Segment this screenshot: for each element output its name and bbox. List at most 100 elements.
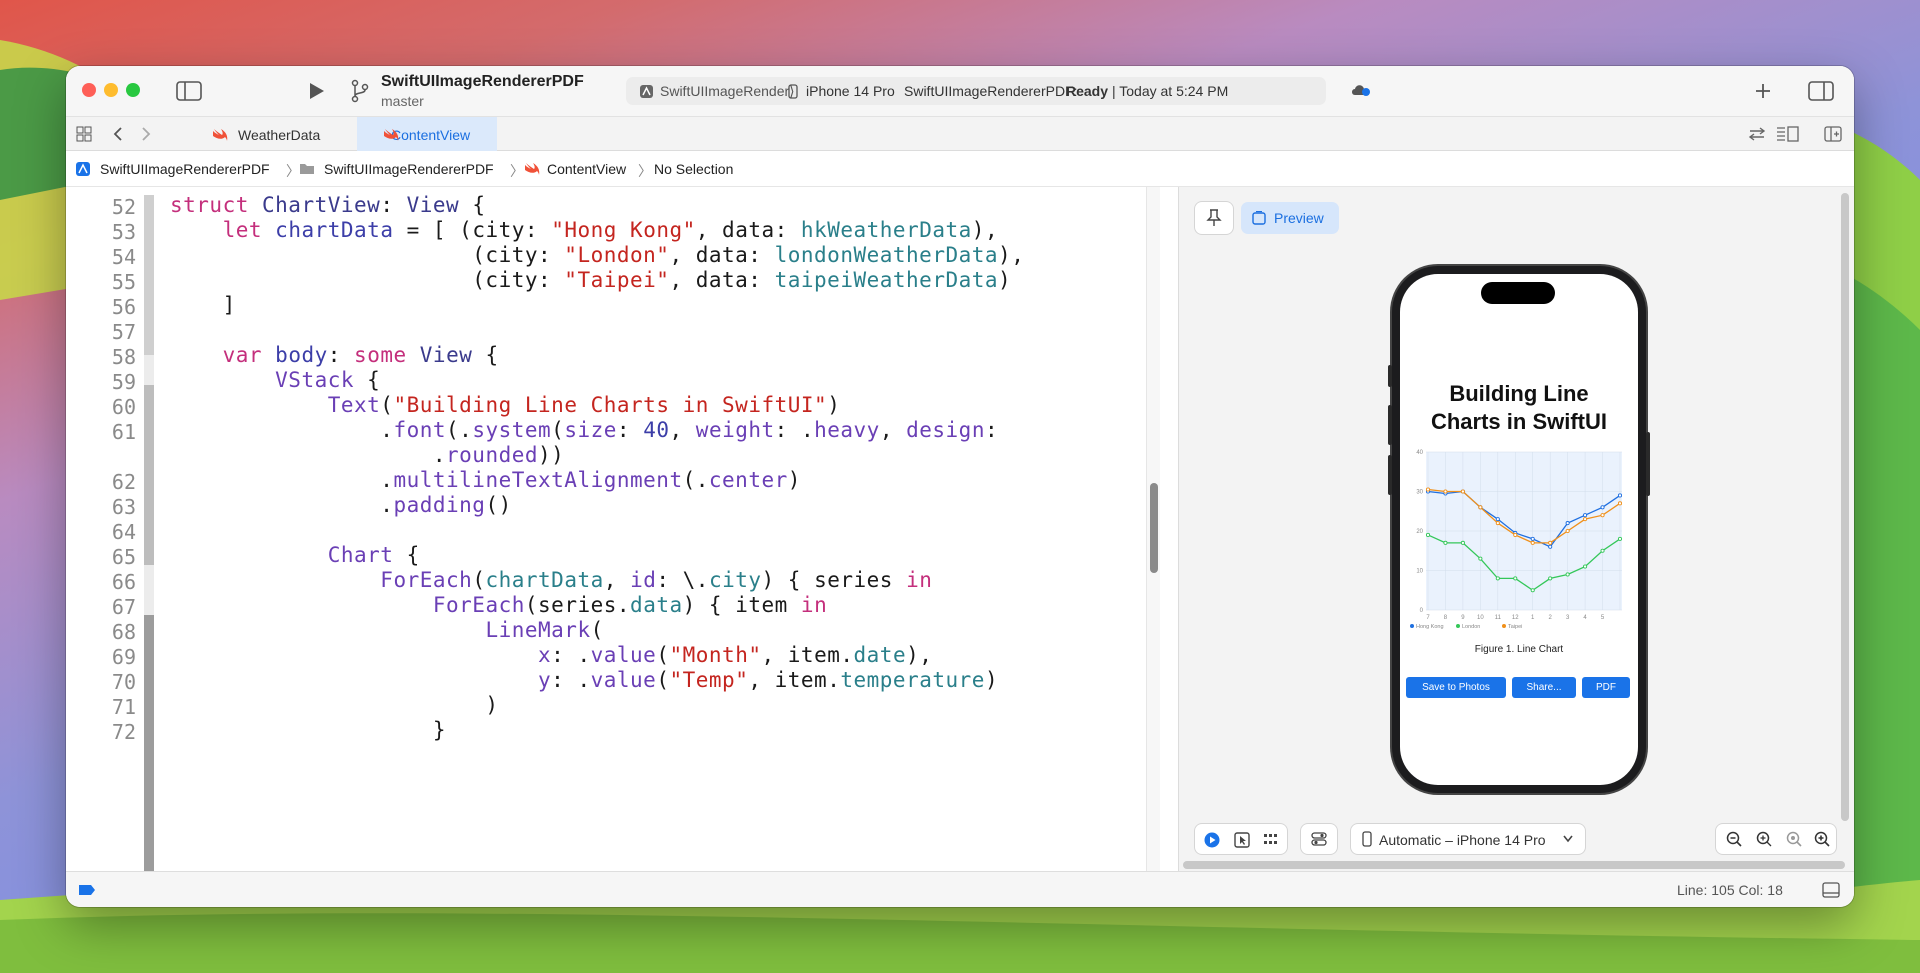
branch-icon[interactable] xyxy=(350,79,370,103)
data-point xyxy=(1478,505,1483,510)
button-label: Save to Photos xyxy=(1422,682,1490,693)
zoom-actual-icon[interactable] xyxy=(1756,831,1772,847)
figure-caption: Figure 1. Line Chart xyxy=(1474,644,1564,655)
x-tick-label: 1 xyxy=(1531,615,1535,621)
minimize-window-button[interactable] xyxy=(104,83,118,97)
code-text[interactable]: struct ChartView: View { let chartData =… xyxy=(170,193,1024,743)
selectable-mode-icon[interactable] xyxy=(1234,832,1250,848)
line-number: 72 xyxy=(111,720,136,744)
preview-vertical-scrollbar[interactable] xyxy=(1841,193,1849,821)
editor-tab-bar: WeatherData ContentView xyxy=(66,116,1854,151)
data-point xyxy=(1530,540,1535,545)
project-title[interactable]: SwiftUIImageRendererPDF master xyxy=(381,73,584,109)
tab-contentview[interactable]: ContentView xyxy=(357,117,497,151)
save-to-photos-button[interactable]: Save to Photos xyxy=(1406,677,1506,698)
y-tick-label: 30 xyxy=(1416,490,1423,496)
forward-chevron-icon[interactable] xyxy=(140,126,152,142)
app-target-icon xyxy=(640,85,653,98)
add-icon[interactable] xyxy=(1754,82,1772,100)
preview-icon xyxy=(1252,211,1266,225)
data-point xyxy=(1495,517,1500,522)
change-bar xyxy=(144,195,154,871)
editor-scroll-thumb[interactable] xyxy=(1150,483,1158,573)
run-icon[interactable] xyxy=(306,81,326,101)
x-tick-label: 7 xyxy=(1426,615,1430,621)
run-destination[interactable]: iPhone 14 Pro xyxy=(806,83,895,99)
button-label: Share... xyxy=(1526,682,1562,693)
data-point xyxy=(1583,513,1588,518)
live-preview-icon[interactable] xyxy=(1204,832,1220,848)
data-point xyxy=(1530,536,1535,541)
source-editor[interactable]: 52 53 54 55 56 57 58 59 60 61 62 63 64 65 66 67 68 69 70 71… xyxy=(66,187,1160,871)
data-point xyxy=(1443,540,1448,545)
data-point xyxy=(1600,548,1605,553)
data-point xyxy=(1460,489,1465,494)
zoom-fit-icon[interactable] xyxy=(1786,831,1802,847)
phone-icon xyxy=(788,84,798,99)
x-tick-label: 8 xyxy=(1444,615,1448,621)
close-window-button[interactable] xyxy=(82,83,96,97)
swift-icon xyxy=(213,129,228,141)
add-editor-icon[interactable] xyxy=(1824,126,1842,142)
data-point xyxy=(1548,576,1553,581)
editor-area-icon[interactable] xyxy=(1822,882,1840,898)
x-tick-label: 3 xyxy=(1566,615,1570,621)
scheme-selector[interactable]: SwiftUIImageRender⟩ xyxy=(660,83,795,100)
pin-button[interactable] xyxy=(1195,202,1233,234)
pin-icon xyxy=(1206,209,1222,226)
breadcrumb-selection[interactable]: No Selection xyxy=(654,161,733,177)
line-number: 61 xyxy=(111,420,136,444)
swift-icon xyxy=(384,129,399,141)
button-label: PDF xyxy=(1596,682,1616,693)
swap-icon[interactable] xyxy=(1748,127,1766,141)
debug-area-icon[interactable] xyxy=(78,884,96,896)
line-number: 66 xyxy=(111,570,136,594)
y-tick-label: 10 xyxy=(1416,569,1423,575)
build-status-time: | Today at 5:24 PM xyxy=(1112,83,1229,99)
line-number: 70 xyxy=(111,670,136,694)
data-point xyxy=(1600,505,1605,510)
breadcrumb-file[interactable]: ContentView xyxy=(547,161,626,177)
legend-label: Hong Kong xyxy=(1416,624,1444,630)
chevron-down-icon xyxy=(1563,835,1573,843)
line-number: 68 xyxy=(111,620,136,644)
data-point xyxy=(1495,576,1500,581)
data-point xyxy=(1565,572,1570,577)
variants-icon[interactable] xyxy=(1263,833,1279,847)
share-button[interactable]: Share... xyxy=(1512,677,1576,698)
preview-horizontal-scrollbar[interactable] xyxy=(1183,861,1845,869)
zoom-in-icon[interactable] xyxy=(1814,831,1830,847)
data-point xyxy=(1513,576,1518,581)
preview-mode-button[interactable]: Preview xyxy=(1241,202,1339,234)
breadcrumb-folder[interactable]: SwiftUIImageRendererPDF xyxy=(324,161,494,177)
cloud-status-icon[interactable] xyxy=(1350,81,1372,99)
sidebar-toggle-icon[interactable] xyxy=(176,81,202,101)
data-point xyxy=(1583,517,1588,522)
grid-icon[interactable] xyxy=(76,126,92,142)
inspector-toggle-icon[interactable] xyxy=(1808,81,1834,101)
phone-power-button xyxy=(1646,432,1650,496)
line-number: 52 xyxy=(111,195,136,219)
line-number: 54 xyxy=(111,245,136,269)
data-point xyxy=(1565,528,1570,534)
data-point xyxy=(1600,513,1605,518)
y-tick-label: 0 xyxy=(1420,608,1424,614)
data-point xyxy=(1548,544,1553,549)
device-selector[interactable]: Automatic – iPhone 14 Pro xyxy=(1351,824,1585,854)
title-bar: SwiftUIImageRendererPDF master SwiftUIIm… xyxy=(66,66,1854,116)
editor-scrollbar[interactable] xyxy=(1146,187,1160,871)
device-selector-label: Automatic – iPhone 14 Pro xyxy=(1379,832,1546,848)
line-number: 64 xyxy=(111,520,136,544)
zoom-window-button[interactable] xyxy=(126,83,140,97)
phone-icon xyxy=(1362,831,1372,847)
zoom-out-icon[interactable] xyxy=(1726,831,1742,847)
back-chevron-icon[interactable] xyxy=(112,126,124,142)
line-number: 71 xyxy=(111,695,136,719)
editor-options-icon[interactable] xyxy=(1776,126,1800,142)
pdf-button[interactable]: PDF xyxy=(1582,677,1630,698)
preview-label: Preview xyxy=(1274,210,1324,226)
device-settings-button[interactable] xyxy=(1301,824,1337,854)
tab-weatherdata[interactable]: WeatherData xyxy=(192,117,357,151)
folder-icon xyxy=(300,164,314,174)
breadcrumb-project[interactable]: SwiftUIImageRendererPDF xyxy=(100,161,270,177)
